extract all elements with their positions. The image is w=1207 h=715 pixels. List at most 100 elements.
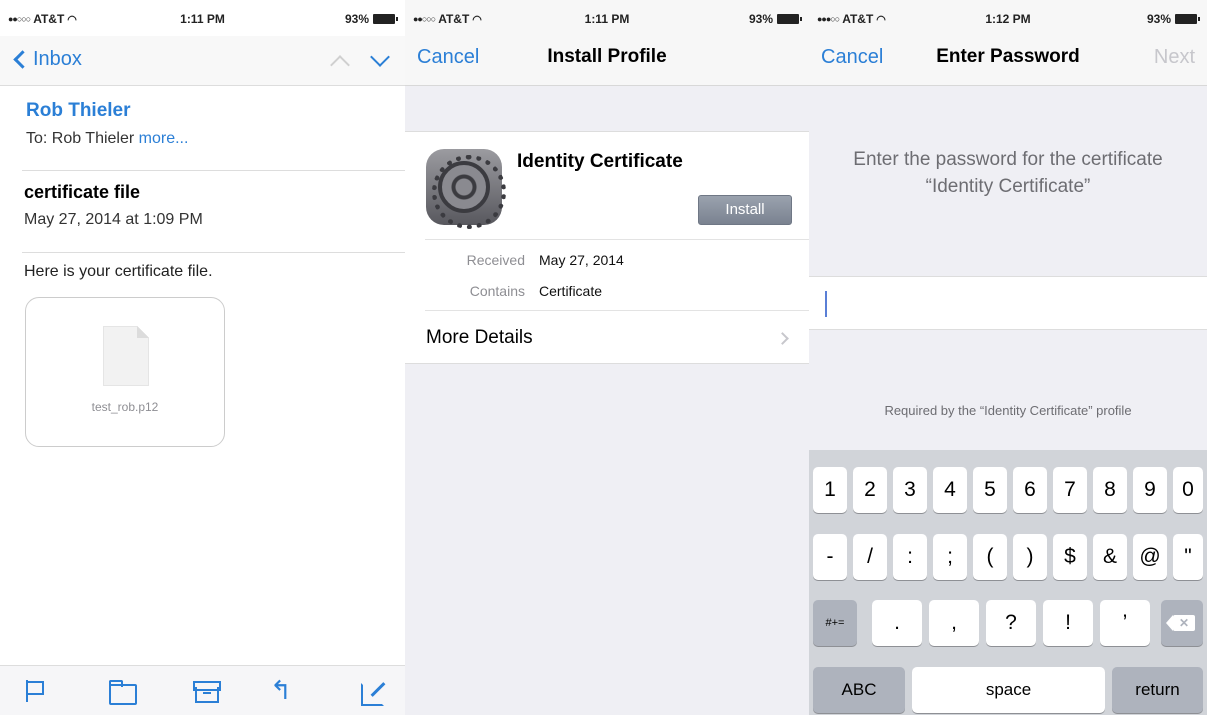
signal-icon: ●●●○○ bbox=[817, 14, 840, 24]
battery-icon bbox=[1175, 14, 1200, 24]
keyboard: 1 2 3 4 5 6 7 8 9 0 - / : ; ( ) $ & @ " … bbox=[809, 450, 1207, 715]
divider bbox=[425, 310, 809, 311]
compose-icon[interactable] bbox=[361, 680, 385, 706]
backspace-icon: ✕ bbox=[1166, 615, 1195, 631]
wifi-icon: ◠ bbox=[472, 13, 482, 26]
sender-name[interactable]: Rob Thieler bbox=[26, 100, 131, 122]
next-button[interactable]: Next bbox=[1154, 46, 1195, 69]
battery-percent: 93% bbox=[748, 12, 773, 26]
signal-icon: ●●○○○ bbox=[413, 14, 436, 24]
email-subject: certificate file bbox=[24, 182, 141, 202]
mail-panel: ●●○○○ AT&T ◠ 1:11 PM 93% Inbox Rob Thieler… bbox=[0, 0, 405, 715]
key-exclamation[interactable]: ! bbox=[1043, 600, 1093, 646]
key-hyphen[interactable]: - bbox=[813, 534, 847, 580]
key-4[interactable]: 4 bbox=[933, 467, 967, 513]
wifi-icon: ◠ bbox=[876, 13, 886, 26]
divider bbox=[425, 239, 809, 240]
recipient-label: To: Rob Thieler bbox=[26, 130, 135, 147]
previous-message-icon[interactable] bbox=[330, 55, 350, 75]
email-body: Here is your certificate file. bbox=[24, 263, 213, 280]
delete-key[interactable]: ✕ bbox=[1161, 600, 1203, 646]
instruction-line: Enter the password for the certificate bbox=[853, 149, 1163, 170]
key-3[interactable]: 3 bbox=[893, 467, 927, 513]
battery-icon bbox=[777, 14, 802, 24]
attachment-name: test_rob.p12 bbox=[91, 400, 159, 414]
divider bbox=[22, 252, 405, 253]
status-bar: ●●○○○ AT&T ◠ 1:11 PM 93% bbox=[0, 0, 405, 36]
key-5[interactable]: 5 bbox=[973, 467, 1007, 513]
more-details-row[interactable]: More Details bbox=[426, 327, 533, 349]
space-key[interactable]: space bbox=[912, 667, 1105, 713]
install-button[interactable]: Install bbox=[698, 195, 792, 225]
attachment-tile[interactable]: test_rob.p12 bbox=[25, 297, 225, 447]
page-title: Install Profile bbox=[547, 46, 667, 67]
key-quote[interactable]: " bbox=[1173, 534, 1203, 580]
email-date: May 27, 2014 at 1:09 PM bbox=[24, 211, 203, 228]
key-colon[interactable]: : bbox=[893, 534, 927, 580]
contains-value: Certificate bbox=[539, 283, 603, 299]
contains-label: Contains bbox=[469, 283, 525, 299]
key-0[interactable]: 0 bbox=[1173, 467, 1203, 513]
divider bbox=[22, 170, 405, 171]
chevron-right-icon bbox=[776, 332, 789, 345]
received-label: Received bbox=[466, 252, 525, 268]
install-profile-panel: ●●○○○ AT&T ◠ 1:11 PM 93% Cancel Install Pr… bbox=[405, 0, 809, 715]
archive-icon[interactable] bbox=[193, 680, 221, 703]
signal-icon: ●●○○○ bbox=[8, 14, 31, 24]
install-nav-bar: Cancel Install Profile bbox=[405, 34, 809, 86]
password-instruction: Enter the password for the certificate “… bbox=[809, 146, 1207, 200]
key-ampersand[interactable]: & bbox=[1093, 534, 1127, 580]
chevron-left-icon bbox=[13, 50, 32, 69]
inbox-back-button[interactable]: Inbox bbox=[12, 48, 82, 71]
key-comma[interactable]: , bbox=[929, 600, 979, 646]
instruction-line: “Identity Certificate” bbox=[925, 176, 1091, 197]
password-field[interactable] bbox=[809, 276, 1207, 330]
key-8[interactable]: 8 bbox=[1093, 467, 1127, 513]
mail-nav-bar: Inbox bbox=[0, 36, 405, 86]
flag-icon[interactable] bbox=[24, 680, 48, 702]
required-note: Required by the “Identity Certificate” p… bbox=[884, 403, 1132, 418]
document-icon bbox=[103, 326, 149, 386]
back-label: Inbox bbox=[33, 48, 82, 70]
profile-name: Identity Certificate bbox=[517, 151, 683, 172]
text-cursor bbox=[825, 291, 827, 317]
key-slash[interactable]: / bbox=[853, 534, 887, 580]
enter-password-panel: ●●●○○ AT&T ◠ 1:12 PM 93% Cancel Enter Pass… bbox=[809, 0, 1207, 715]
settings-gear-icon bbox=[426, 149, 506, 229]
received-value: May 27, 2014 bbox=[539, 252, 624, 268]
abc-key[interactable]: ABC bbox=[813, 667, 905, 713]
key-at[interactable]: @ bbox=[1133, 534, 1167, 580]
key-open-paren[interactable]: ( bbox=[973, 534, 1007, 580]
key-2[interactable]: 2 bbox=[853, 467, 887, 513]
carrier-label: AT&T bbox=[33, 12, 65, 26]
key-close-paren[interactable]: ) bbox=[1013, 534, 1047, 580]
key-9[interactable]: 9 bbox=[1133, 467, 1167, 513]
battery-icon bbox=[373, 14, 398, 24]
battery-percent: 93% bbox=[1146, 12, 1171, 26]
key-7[interactable]: 7 bbox=[1053, 467, 1087, 513]
recipient-line: To: Rob Thieler more... bbox=[26, 130, 188, 148]
battery-percent: 93% bbox=[344, 12, 369, 26]
more-recipients-link[interactable]: more... bbox=[139, 130, 189, 147]
mail-toolbar: ↰ bbox=[0, 665, 405, 715]
carrier-label: AT&T bbox=[842, 12, 874, 26]
key-semicolon[interactable]: ; bbox=[933, 534, 967, 580]
next-message-icon[interactable] bbox=[370, 47, 390, 67]
reply-icon[interactable]: ↰ bbox=[270, 677, 300, 703]
key-6[interactable]: 6 bbox=[1013, 467, 1047, 513]
key-dollar[interactable]: $ bbox=[1053, 534, 1087, 580]
key-period[interactable]: . bbox=[872, 600, 922, 646]
key-apostrophe[interactable]: ’ bbox=[1100, 600, 1150, 646]
wifi-icon: ◠ bbox=[67, 13, 77, 26]
return-key[interactable]: return bbox=[1112, 667, 1203, 713]
key-question[interactable]: ? bbox=[986, 600, 1036, 646]
page-title: Enter Password bbox=[936, 46, 1080, 67]
status-bar: ●●●○○ AT&T ◠ 1:12 PM 93% bbox=[809, 0, 1207, 36]
key-1[interactable]: 1 bbox=[813, 467, 847, 513]
password-nav-bar: Cancel Enter Password Next bbox=[809, 34, 1207, 86]
carrier-label: AT&T bbox=[438, 12, 470, 26]
folder-icon[interactable] bbox=[109, 680, 137, 705]
symbols-key[interactable]: #+= bbox=[813, 600, 857, 646]
status-bar: ●●○○○ AT&T ◠ 1:11 PM 93% bbox=[405, 0, 809, 36]
profile-card: Identity Certificate Install Received Ma… bbox=[405, 131, 809, 364]
